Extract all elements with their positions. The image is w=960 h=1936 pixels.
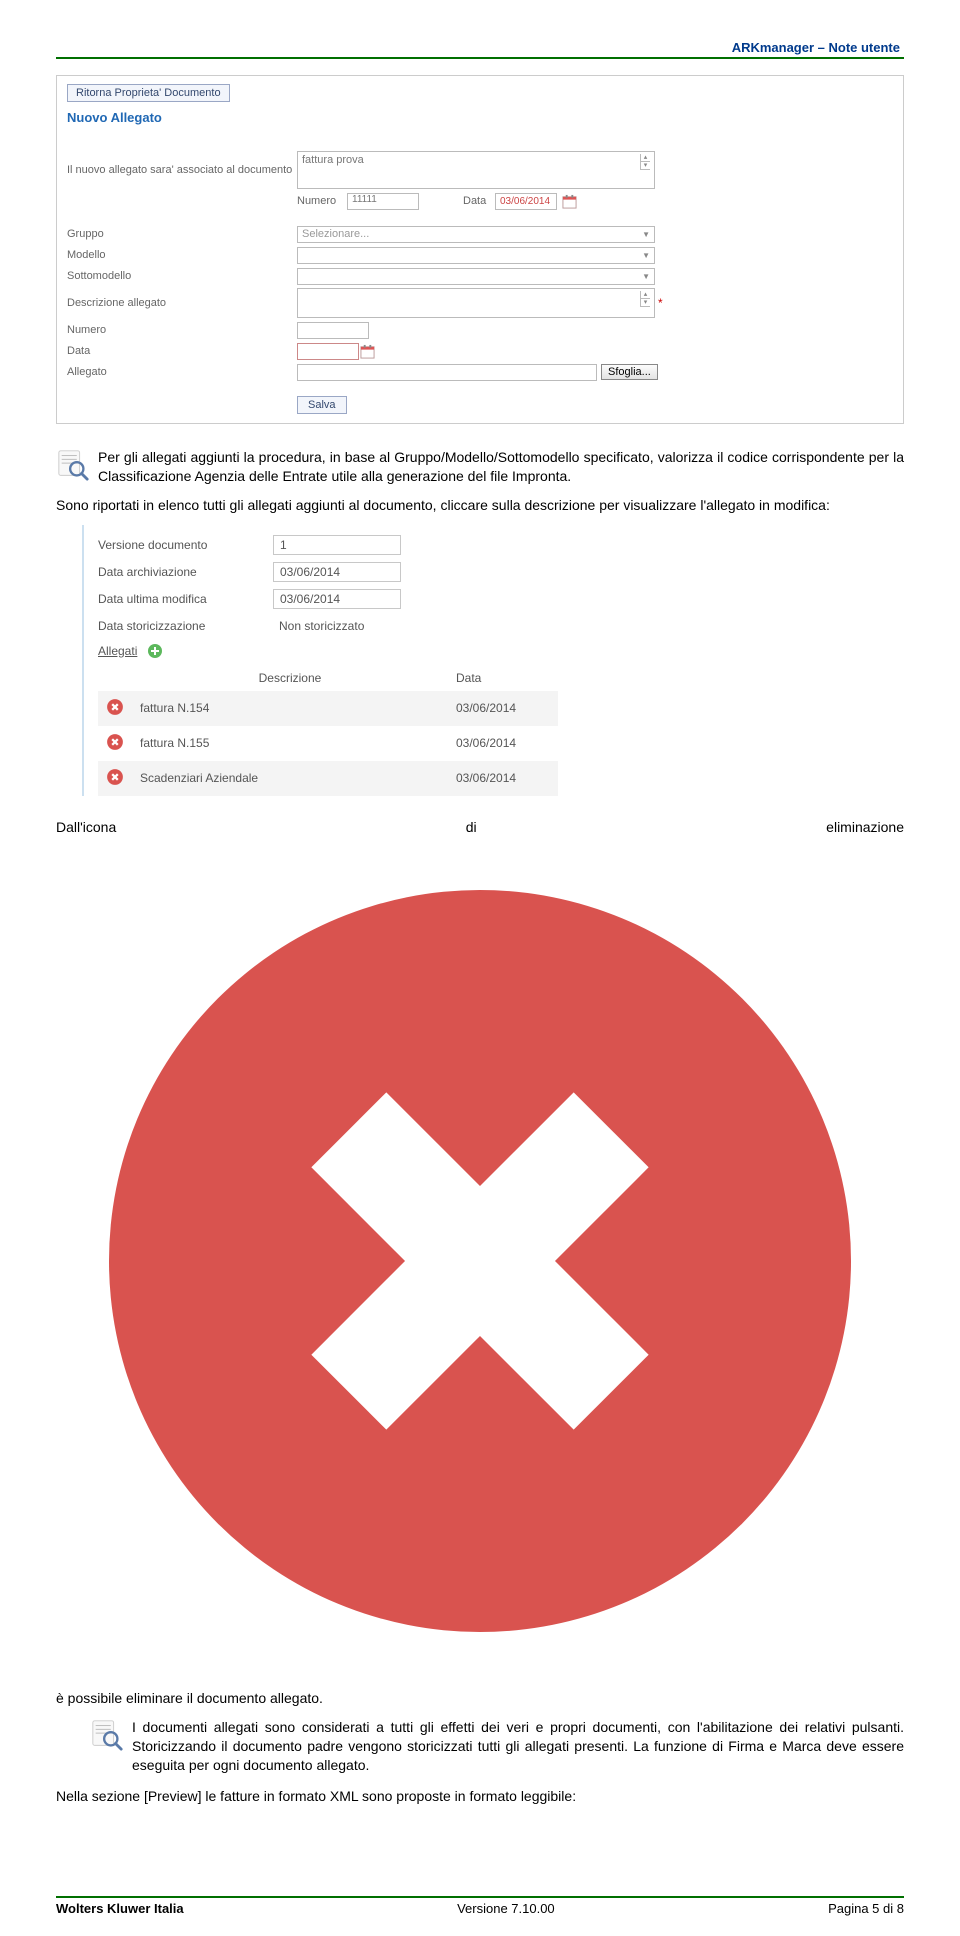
chevron-down-icon: ▼ [642,230,650,239]
versione-label: Versione documento [98,538,273,552]
sottomodello-label: Sottomodello [67,270,297,282]
data-input[interactable]: 03/06/2014 [495,193,557,210]
data2-label: Data [67,345,297,357]
page-header: ARKmanager – Note utente [56,40,904,55]
magnifier-icon [90,1718,124,1752]
assoc-doc-textarea[interactable]: fattura prova ▴▾ [297,151,655,189]
numero-input[interactable]: 11111 [347,193,419,210]
calendar-icon[interactable] [562,194,577,209]
allegato-path-input[interactable] [297,364,597,381]
delete-icon[interactable] [106,705,124,719]
paragraph-note: I documenti allegati sono considerati a … [132,1718,904,1775]
th-data: Data [448,665,558,691]
table-row: fattura N.155 03/06/2014 [98,726,558,761]
magnifier-icon [56,448,90,482]
required-marker: * [658,296,663,310]
return-properties-button[interactable]: Ritorna Proprieta' Documento [67,84,230,102]
table-row: fattura N.154 03/06/2014 [98,691,558,726]
form-title: Nuovo Allegato [67,110,893,125]
screenshot-allegati-list: Versione documento1 Data archiviazione03… [82,525,562,796]
row-data: 03/06/2014 [448,691,558,726]
gruppo-label: Gruppo [67,228,297,240]
data2-input[interactable] [297,343,359,360]
data-label: Data [463,195,491,207]
delete-icon [56,1672,904,1688]
footer-center: Versione 7.10.00 [457,1901,555,1916]
paragraph-1: Per gli allegati aggiunti la procedura, … [98,448,904,486]
numero2-label: Numero [67,324,297,336]
assoc-doc-value: fattura prova [302,154,364,166]
assoc-doc-label: Il nuovo allegato sara' associato al doc… [67,164,297,176]
row-data: 03/06/2014 [448,761,558,796]
row-descr[interactable]: fattura N.155 [132,726,448,761]
row-descr[interactable]: Scadenziari Aziendale [132,761,448,796]
footer-right: Pagina 5 di 8 [828,1901,904,1916]
table-row: Scadenziari Aziendale 03/06/2014 [98,761,558,796]
versione-value: 1 [273,535,401,555]
paragraph-eliminazione: Dall'icona di eliminazione è possibile e… [56,818,904,1709]
row-data: 03/06/2014 [448,726,558,761]
calendar-icon[interactable] [360,344,375,359]
save-button[interactable]: Salva [297,396,347,414]
chevron-down-icon: ▼ [642,272,650,281]
row-descr[interactable]: fattura N.154 [132,691,448,726]
data-storicizzazione-value: Non storicizzato [273,616,401,636]
delete-icon[interactable] [106,775,124,789]
data-modifica-label: Data ultima modifica [98,592,273,606]
data-storicizzazione-label: Data storicizzazione [98,619,273,633]
screenshot-nuovo-allegato: Ritorna Proprieta' Documento Nuovo Alleg… [56,75,904,424]
allegato-label: Allegato [67,366,297,378]
th-descrizione: Descrizione [132,665,448,691]
data-archiviazione-value: 03/06/2014 [273,562,401,582]
allegati-table: Descrizione Data fattura N.154 03/06/201… [98,665,558,796]
footer-left: Wolters Kluwer Italia [56,1901,184,1916]
gruppo-placeholder: Selezionare... [302,228,369,240]
descrizione-textarea[interactable]: ▴▾ [297,288,655,318]
data-modifica-value: 03/06/2014 [273,589,401,609]
descrizione-label: Descrizione allegato [67,297,297,309]
data-archiviazione-label: Data archiviazione [98,565,273,579]
numero-label: Numero [297,195,343,207]
gruppo-select[interactable]: Selezionare... ▼ [297,226,655,243]
browse-button[interactable]: Sfoglia... [601,364,658,380]
allegati-link[interactable]: Allegati [98,644,137,658]
modello-select[interactable]: ▼ [297,247,655,264]
numero2-input[interactable] [297,322,369,339]
header-rule [56,57,904,59]
add-icon[interactable] [147,643,163,659]
chevron-down-icon: ▼ [642,251,650,260]
paragraph-preview: Nella sezione [Preview] le fatture in fo… [56,1787,904,1806]
page-footer: Wolters Kluwer Italia Versione 7.10.00 P… [56,1896,904,1916]
delete-icon[interactable] [106,740,124,754]
sottomodello-select[interactable]: ▼ [297,268,655,285]
modello-label: Modello [67,249,297,261]
paragraph-2: Sono riportati in elenco tutti gli alleg… [56,496,904,515]
